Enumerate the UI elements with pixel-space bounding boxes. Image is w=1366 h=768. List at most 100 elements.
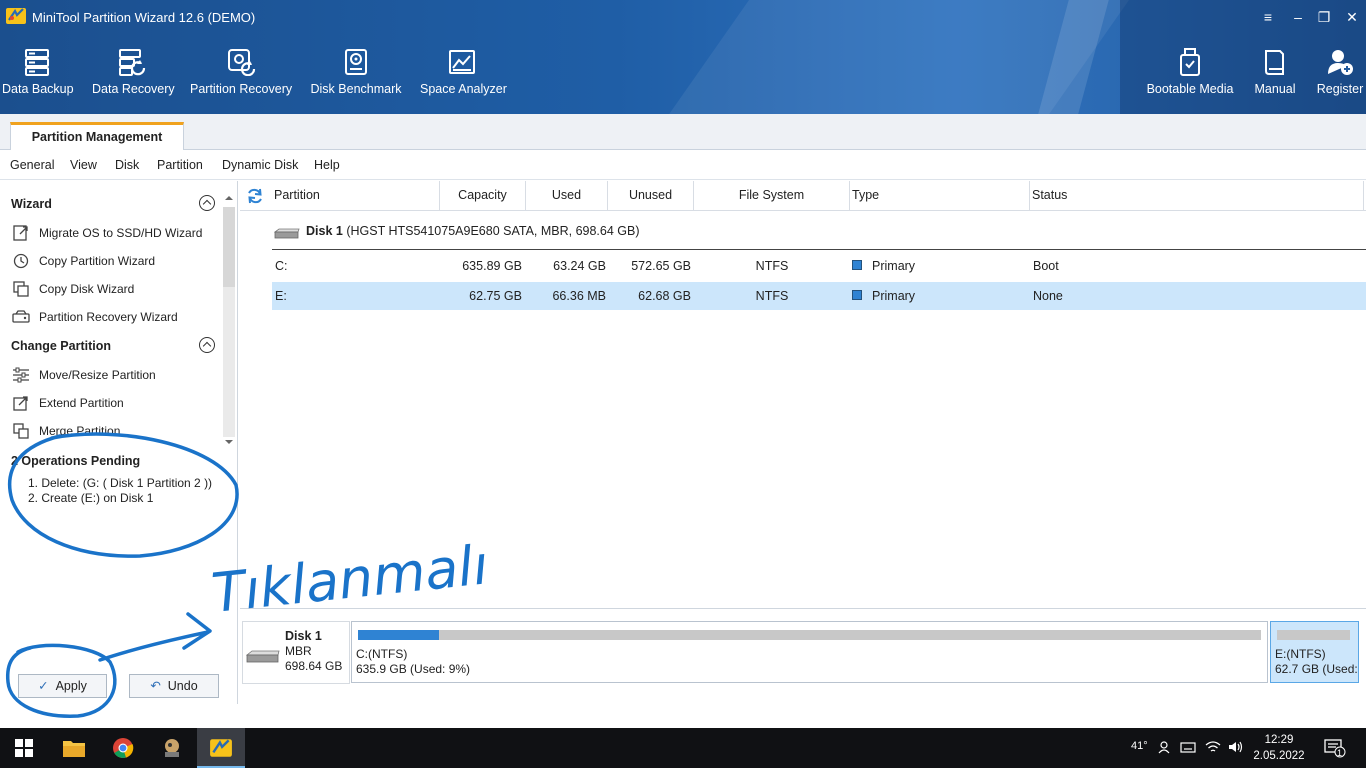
clock-date: 2.05.2022 [1253,750,1305,762]
menu-view[interactable]: View [70,158,97,172]
primary-partition-icon [852,290,862,300]
table-row[interactable]: C: 635.89 GB 63.24 GB 572.65 GB NTFS Pri… [272,252,1366,280]
menu-partition[interactable]: Partition [157,158,203,172]
copy-partition-label: Copy Partition Wizard [39,254,156,268]
undo-label: Undo [167,679,198,693]
partition-c-label: C:(NTFS) [356,647,408,661]
disk-map-partition-e[interactable]: E:(NTFS) 62.7 GB (Used: 0%) [1270,621,1359,683]
manual-book-icon [1265,50,1284,75]
column-used[interactable]: Used [526,181,608,211]
menu-general[interactable]: General [10,158,54,172]
menu-help[interactable]: Help [314,158,340,172]
clock-time: 12:29 [1264,734,1294,746]
cell-partition: E: [275,289,287,303]
close-button[interactable]: ✕ [1340,6,1364,28]
cell-type: Primary [872,259,916,273]
taskbar-app[interactable] [148,728,196,768]
cell-capacity: 635.89 GB [462,259,522,273]
space-analyzer-button[interactable]: Space Analyzer [420,48,507,110]
scrollbar-track[interactable] [223,287,235,437]
title-bar: MiniTool Partition Wizard 12.6 (DEMO) ≡ … [0,0,1366,34]
change-partition-section-title: Change Partition [11,339,112,353]
menu-icon[interactable]: ≡ [1256,6,1280,28]
wifi-icon[interactable] [1205,740,1221,754]
minitool-logo-icon [210,739,232,757]
disk-benchmark-icon [345,49,367,75]
change-partition-collapse-icon[interactable] [199,337,215,353]
space-analyzer-label: Space Analyzer [420,82,507,96]
start-button[interactable] [0,728,48,768]
check-icon: ✓ [38,679,49,693]
people-icon[interactable] [1157,740,1171,754]
table-row-selected[interactable]: E: 62.75 GB 66.36 MB 62.68 GB NTFS Prima… [272,282,1366,310]
menu-dynamic-disk[interactable]: Dynamic Disk [222,158,298,172]
action-panel-scrollbar[interactable] [222,193,236,448]
hard-disk-icon [246,650,280,663]
wizard-collapse-icon[interactable] [199,195,215,211]
top-banner: MiniTool Partition Wizard 12.6 (DEMO) ≡ … [0,0,1366,114]
manual-button[interactable]: Manual [1252,48,1298,110]
cell-partition: C: [275,259,288,273]
menu-disk[interactable]: Disk [115,158,139,172]
hard-disk-icon [274,228,300,239]
disk-map-disk-info[interactable]: Disk 1 MBR 698.64 GB [242,621,350,684]
undo-button[interactable]: ↶ Undo [129,674,219,698]
copy-disk-label: Copy Disk Wizard [39,282,135,296]
cell-unused: 62.68 GB [638,289,691,303]
column-type[interactable]: Type [850,181,1030,211]
partition-recovery-button[interactable]: Partition Recovery [190,48,292,110]
bootable-media-button[interactable]: Bootable Media [1145,48,1235,110]
manual-label: Manual [1254,82,1296,96]
refresh-icon[interactable] [246,188,264,204]
keyboard-icon[interactable] [1180,740,1196,754]
usage-bar-track [1277,630,1350,640]
weather-temp[interactable]: 41° [1131,740,1148,752]
migrate-os-icon [13,225,28,241]
merge-partition-label: Merge Partition [39,424,121,438]
column-partition[interactable]: Partition [272,181,440,211]
register-button[interactable]: Register [1316,48,1364,110]
extend-partition-icon [13,396,28,411]
partition-recovery-wizard-label: Partition Recovery Wizard [39,310,178,324]
partition-c-detail: 635.9 GB (Used: 9%) [356,662,471,676]
move-resize-label: Move/Resize Partition [39,368,156,382]
taskbar-minitool[interactable] [197,728,245,768]
disk-divider [272,249,1366,250]
data-recovery-button[interactable]: Data Recovery [92,48,175,110]
extend-partition-label: Extend Partition [39,396,124,410]
column-file-system[interactable]: File System [694,181,850,211]
pending-operation: 1. Delete: (G: ( Disk 1 Partition 2 )) [28,476,213,490]
merge-partition-icon [13,423,29,439]
register-user-icon [1328,50,1353,75]
scrollbar-thumb[interactable] [223,207,235,287]
column-unused[interactable]: Unused [608,181,694,211]
maximize-button[interactable]: ❐ [1312,6,1336,28]
disk-map: Disk 1 MBR 698.64 GB C:(NTFS) 635.9 GB (… [240,608,1366,704]
partition-list: Partition Capacity Used Unused File Syst… [240,181,1366,607]
notification-icon[interactable] [1324,738,1346,758]
taskbar-file-explorer[interactable] [50,728,98,768]
disk-benchmark-button[interactable]: Disk Benchmark [310,48,402,110]
windows-logo-icon [15,739,33,757]
bootable-media-label: Bootable Media [1146,82,1234,96]
partition-e-detail: 62.7 GB (Used: 0%) [1275,662,1358,676]
taskbar-chrome[interactable] [99,728,147,768]
data-backup-button[interactable]: Data Backup [2,48,74,110]
disk-map-style: MBR [285,644,312,658]
disk-detail: (HGST HTS541075A9E680 SATA, MBR, 698.64 … [342,224,640,238]
column-status[interactable]: Status [1030,181,1364,211]
apply-button[interactable]: ✓ Apply [18,674,107,698]
tab-partition-management[interactable]: Partition Management [10,122,184,151]
minimize-button[interactable]: – [1286,6,1310,28]
disk-map-partition-c[interactable]: C:(NTFS) 635.9 GB (Used: 9%) [351,621,1268,683]
space-analyzer-icon [449,50,475,74]
column-capacity[interactable]: Capacity [440,181,526,211]
system-clock[interactable]: 12:29 2.05.2022 [1252,732,1306,764]
disk-benchmark-label: Disk Benchmark [310,82,402,96]
undo-arrow-icon: ↶ [150,679,161,693]
copy-partition-icon [13,253,29,269]
scroll-down-icon[interactable] [222,437,236,447]
data-backup-label: Data Backup [2,82,74,96]
volume-icon[interactable] [1228,740,1244,754]
scroll-up-icon[interactable] [222,193,236,203]
